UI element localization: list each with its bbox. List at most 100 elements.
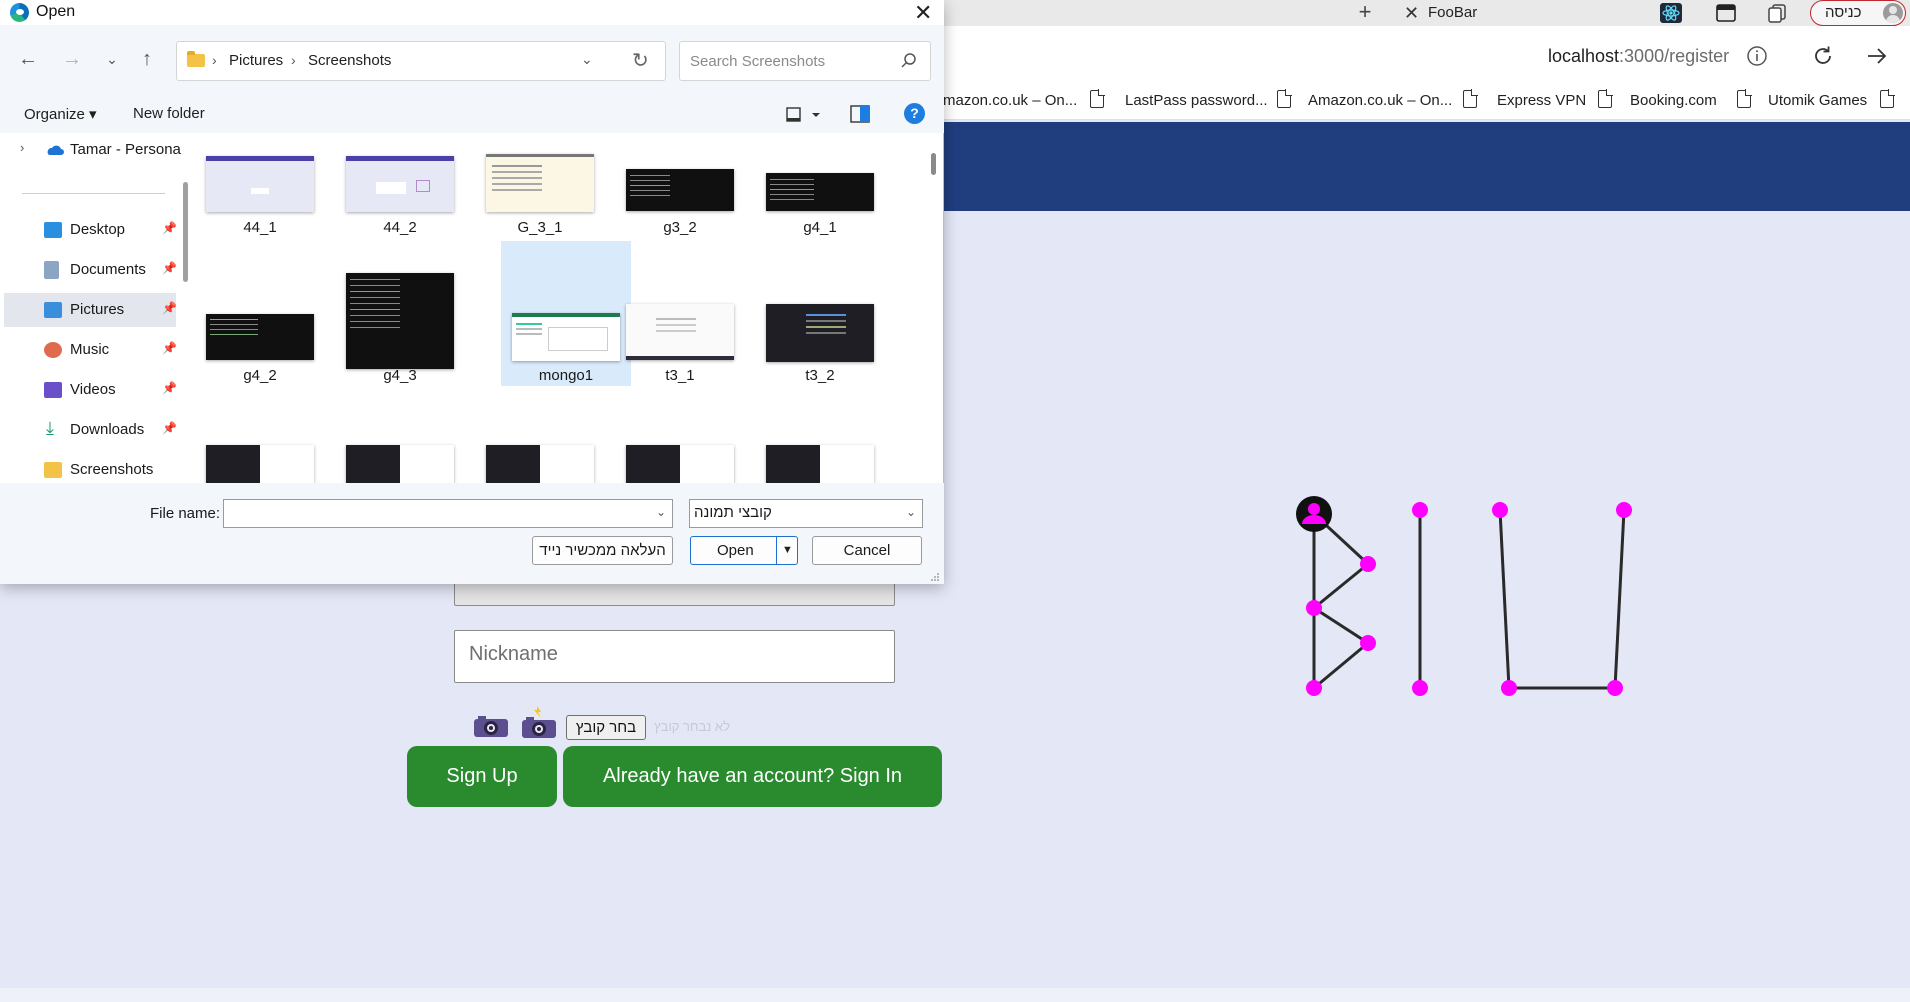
chevron-down-icon[interactable]: ⌄ [656, 505, 666, 519]
recent-locations-chevron-icon[interactable]: ⌄ [100, 47, 124, 71]
nav-item-onedrive[interactable]: › Tamar - Persona [4, 133, 181, 167]
nav-item-downloads[interactable]: ⤓ Downloads 📌 [4, 413, 177, 447]
tab-title[interactable]: FooBar [1428, 4, 1477, 21]
navigation-scrollbar[interactable] [183, 182, 188, 282]
nav-item-videos[interactable]: Videos 📌 [4, 373, 177, 407]
nav-label: Downloads [70, 421, 145, 438]
preview-pane-icon[interactable] [850, 105, 870, 123]
sidebar-toggle-icon[interactable] [1715, 3, 1737, 23]
file-item[interactable]: g3_2 [615, 139, 745, 284]
refresh-icon[interactable]: ↻ [632, 48, 649, 73]
thumbnail [346, 445, 454, 483]
file-item[interactable] [195, 432, 325, 483]
nav-item-desktop[interactable]: Desktop 📌 [4, 213, 177, 247]
upload-from-mobile-button[interactable]: העלאה ממכשיר נייד [532, 536, 673, 565]
file-item[interactable] [755, 432, 885, 483]
file-name: g3_2 [663, 219, 697, 236]
pin-icon: 📌 [162, 261, 177, 275]
file-type-value: קובצי תמונה [694, 504, 772, 521]
pin-icon: 📌 [162, 301, 177, 315]
new-tab-button[interactable]: + [1352, 0, 1378, 26]
file-name-input[interactable]: ⌄ [223, 499, 673, 528]
breadcrumb[interactable]: › Pictures › Screenshots ⌄ ↻ [176, 41, 666, 81]
pin-icon: 📌 [162, 221, 177, 235]
organize-button[interactable]: Organize ▾ [24, 105, 97, 123]
file-type-select[interactable]: קובצי תמונה ⌄ [689, 499, 923, 528]
breadcrumb-item[interactable]: Pictures [229, 52, 283, 69]
page-icon [1277, 89, 1292, 108]
file-name: mongo1 [538, 367, 594, 384]
forward-arrow-icon[interactable] [1864, 43, 1890, 69]
info-icon[interactable] [1744, 43, 1770, 69]
nav-item-pictures[interactable]: Pictures 📌 [4, 293, 177, 327]
refresh-icon[interactable] [1810, 43, 1836, 69]
file-item[interactable]: t3_1 [615, 287, 745, 432]
view-options-icon[interactable] [786, 107, 822, 123]
bookmark-item[interactable]: LastPass password... [1125, 92, 1268, 109]
chevron-right-icon[interactable]: › [20, 140, 24, 155]
folder-icon [187, 51, 205, 67]
resize-grip-icon[interactable] [930, 572, 940, 582]
open-options-chevron-icon[interactable]: ▼ [776, 537, 798, 564]
folder-icon [44, 462, 62, 478]
bookmark-item[interactable]: Express VPN [1497, 92, 1586, 109]
url-path: :3000/register [1619, 46, 1730, 66]
camera-icon [474, 716, 508, 737]
file-item[interactable]: g4_1 [755, 139, 885, 284]
file-item[interactable]: t3_2 [755, 287, 885, 432]
thumbnail [512, 313, 620, 361]
forward-arrow-icon[interactable]: → [60, 47, 84, 71]
file-name: G_3_1 [517, 219, 563, 236]
nav-label: Tamar - Persona [70, 141, 181, 158]
react-devtools-icon[interactable] [1660, 3, 1682, 23]
file-item[interactable] [335, 432, 465, 483]
file-item[interactable]: 44_2 [335, 139, 465, 284]
file-item[interactable]: g4_3 [335, 273, 465, 432]
file-item-selected[interactable]: mongo1 [501, 241, 631, 386]
bookmark-item[interactable]: mazon.co.uk – On... [943, 92, 1077, 109]
sign-up-button[interactable]: Sign Up [407, 746, 557, 807]
dialog-close-icon[interactable]: ✕ [914, 0, 932, 26]
search-input[interactable]: Search Screenshots [679, 41, 931, 81]
thumbnail [206, 445, 314, 483]
file-name: t3_2 [805, 367, 835, 384]
up-arrow-icon[interactable]: ↑ [135, 47, 159, 71]
file-grid-scrollbar[interactable] [931, 153, 936, 175]
search-icon [901, 53, 916, 68]
nav-item-music[interactable]: Music 📌 [4, 333, 177, 367]
videos-icon [44, 382, 62, 398]
page-icon [1598, 89, 1613, 108]
help-icon[interactable]: ? [904, 103, 925, 124]
cancel-button[interactable]: Cancel [812, 536, 922, 565]
sign-in-link-button[interactable]: Already have an account? Sign In [563, 746, 942, 807]
back-arrow-icon[interactable]: ← [16, 47, 40, 71]
bookmark-item[interactable]: Amazon.co.uk – On... [1308, 92, 1452, 109]
file-item[interactable] [615, 432, 745, 483]
nav-label: Documents [70, 261, 146, 278]
file-name: g4_3 [383, 367, 417, 384]
pin-icon: 📌 [162, 381, 177, 395]
thumbnail [206, 156, 314, 212]
nickname-field[interactable]: Nickname [454, 630, 895, 683]
breadcrumb-item[interactable]: Screenshots [308, 52, 391, 69]
nav-item-screenshots[interactable]: Screenshots [4, 453, 176, 483]
choose-file-button[interactable]: בחר קובץ [566, 715, 646, 740]
profile-button[interactable]: כניסה [1810, 0, 1906, 26]
thumbnail [626, 445, 734, 483]
bookmark-item[interactable]: Booking.com [1630, 92, 1717, 109]
file-item[interactable] [475, 432, 605, 483]
url-field[interactable]: localhost:3000/register [1548, 46, 1729, 67]
file-grid: 44_1 44_2 G_3_1 g3_2 g4_1 g4_2 g4_3 mong… [190, 133, 930, 483]
collections-icon[interactable] [1766, 3, 1788, 23]
new-folder-button[interactable]: New folder [133, 105, 205, 122]
file-item[interactable]: g4_2 [195, 287, 325, 432]
edge-logo-icon [10, 3, 29, 22]
tab-close-icon[interactable]: ✕ [1404, 3, 1419, 24]
chevron-down-icon[interactable]: ⌄ [581, 51, 593, 68]
nav-label: Music [70, 341, 110, 358]
nav-item-documents[interactable]: Documents 📌 [4, 253, 177, 287]
file-item[interactable]: 44_1 [195, 139, 325, 284]
thumbnail [486, 154, 594, 212]
bookmark-item[interactable]: Utomik Games [1768, 92, 1867, 109]
page-icon [1737, 89, 1752, 108]
